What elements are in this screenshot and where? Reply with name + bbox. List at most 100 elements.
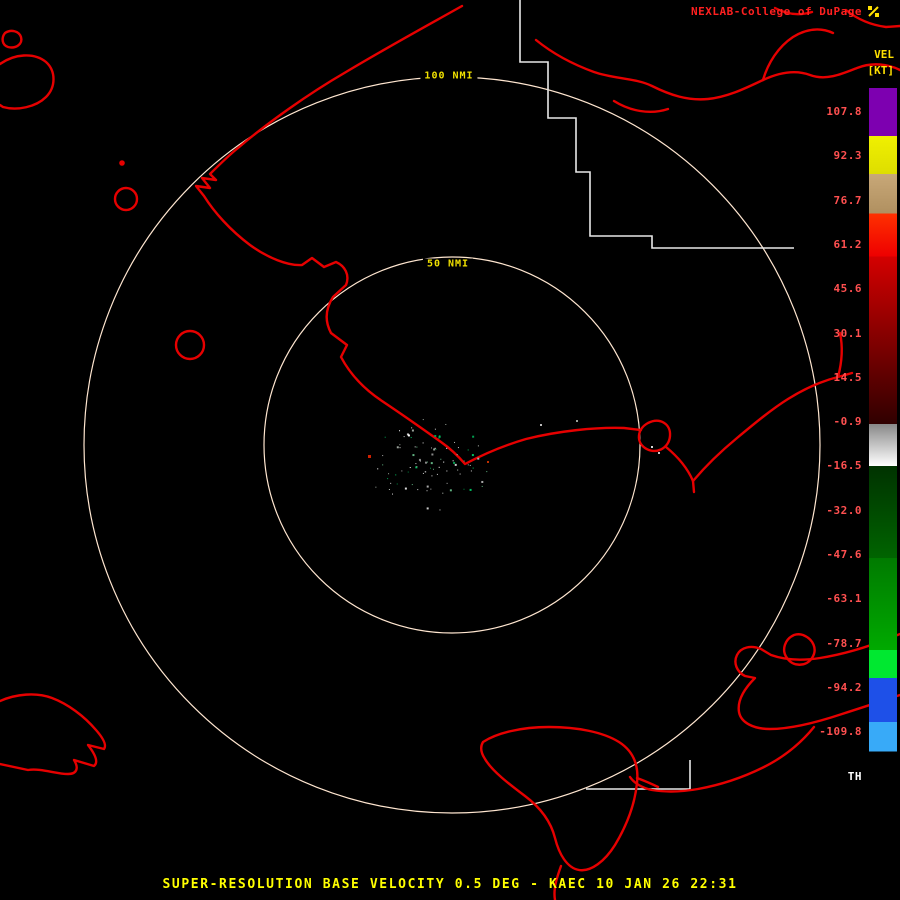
radar-echo-dot: [472, 435, 475, 438]
coastline-east-inlet: [664, 445, 696, 494]
caption: SUPER-RESOLUTION BASE VELOCITY 0.5 DEG -…: [162, 877, 738, 892]
radar-echo-dot: [470, 470, 472, 472]
radar-echo-dot: [431, 475, 433, 477]
radar-echo-dot: [439, 509, 441, 511]
colorbar-label: -78.7: [826, 636, 862, 650]
coastline-topleft-islet: [1, 29, 23, 49]
radar-echo-dot: [453, 461, 456, 464]
radar-echo-dot: [436, 473, 438, 475]
radar-echo-dot: [452, 460, 454, 462]
radar-echo-dot: [404, 487, 407, 490]
radar-echo-dot: [407, 434, 410, 437]
radar-echo-dot: [424, 461, 427, 464]
colorbar-label: -94.2: [826, 680, 862, 694]
coastline-lines: [0, 4, 900, 900]
radar-echo-dot: [469, 488, 472, 491]
radar-echo-dot: [430, 462, 433, 465]
radar-echo-dot: [368, 455, 371, 458]
radar-echo-dot: [430, 488, 432, 490]
radar-echo-dot: [446, 470, 448, 472]
radar-echo-dot: [401, 470, 403, 472]
radar-echo-dot: [416, 446, 418, 448]
colorbar-label: 61.2: [833, 237, 862, 251]
radar-echo-dot: [414, 446, 416, 448]
coastline-bottomright-lower: [628, 725, 816, 793]
radar-echo-dot: [469, 464, 471, 466]
colorbar-label: -16.5: [826, 459, 862, 473]
radar-echo-dot: [456, 454, 458, 456]
colorbar-title: VEL: [874, 48, 894, 61]
colorbar-label: 14.5: [833, 370, 862, 384]
radar-echo-dot: [422, 442, 424, 444]
coastline-main: [194, 4, 643, 466]
radar-echo-dot: [463, 460, 465, 462]
colorbar-label: 45.6: [833, 282, 862, 296]
radar-echo-dot: [415, 463, 417, 465]
radar-echo-dot: [377, 468, 379, 470]
radar-echo-dot: [454, 441, 456, 443]
radar-echo-dot: [443, 461, 445, 463]
radar-echo-dot: [392, 493, 394, 495]
radar-echo-dot: [426, 485, 429, 488]
colorbar-label: 30.1: [833, 326, 862, 340]
header-title-bar: NEXLAB-College of DuPage: [691, 5, 880, 18]
coastline-topleft-blob: [0, 54, 55, 110]
radar-echo-dot: [540, 424, 542, 426]
colorbar-labels: 107.8 92.3 76.7 61.2 45.6 30.1 14.5 -0.9 -16.5 -3…: [790, 88, 862, 788]
radar-echo-dot: [384, 436, 386, 438]
colorbar-unit: [KT]: [867, 64, 895, 77]
radar-echo-dot: [382, 464, 384, 466]
state-boundary-lines: [519, 0, 794, 790]
radar-echo-dot: [409, 467, 411, 469]
inner-ring-label: 50 NMI: [422, 258, 474, 270]
radar-echo-dot: [459, 473, 461, 475]
radar-echo-dot: [399, 447, 401, 449]
coastline-left-dot: [119, 160, 125, 166]
colorbar-label: -32.0: [826, 503, 862, 517]
radar-echo-dot: [471, 454, 474, 457]
radar-echo-dot: [422, 419, 424, 421]
radar-echo-dot: [426, 507, 429, 510]
radar-echo-dot: [486, 471, 488, 473]
radar-echo-dot: [416, 466, 418, 468]
radar-echo-dot: [477, 445, 479, 447]
radar-echo-dot: [431, 447, 433, 449]
range-ring-100nmi: [83, 76, 821, 814]
radar-echo-dot: [481, 485, 483, 487]
radar-echo-dot: [658, 452, 660, 454]
radar-echo-dot: [445, 423, 447, 425]
radar-echo-dot: [412, 454, 415, 457]
coastline-left-lake-large: [174, 329, 206, 361]
radar-echo-dot: [407, 471, 409, 473]
radar-echo-dot: [434, 434, 437, 437]
outer-ring-label: 100 NMI: [420, 70, 478, 82]
radar-echo-dot: [481, 480, 484, 483]
radar-echo-dot: [440, 458, 442, 460]
colorbar-gradient: [869, 88, 897, 775]
radar-echo-dot: [435, 448, 437, 450]
colorbar-label: -0.9: [833, 415, 862, 429]
colorbar-label: TH: [847, 769, 862, 783]
radar-echo-dot: [576, 420, 578, 422]
radar-echo-dot: [442, 492, 444, 494]
radar-echo-dot: [390, 482, 392, 484]
radar-echo-dot: [446, 447, 448, 449]
radar-echo-dot: [467, 449, 469, 451]
coastline-bay: [480, 725, 639, 872]
coastline-bottomleft-peninsula: [0, 693, 107, 776]
radar-echo-dot: [411, 427, 413, 429]
radar-echo-dot: [403, 436, 405, 438]
radar-echo-dot: [434, 428, 436, 430]
radar-echo-dot: [446, 482, 448, 484]
radar-echo-dot: [433, 448, 436, 451]
radar-echo-dot: [477, 457, 480, 460]
radar-echo-dot: [410, 437, 412, 439]
radar-echo-dot: [438, 435, 441, 438]
radar-echo-dot: [449, 489, 452, 492]
radar-echo-dot: [396, 483, 398, 485]
radar-echo-dot: [429, 467, 431, 469]
radar-echo-dot: [411, 484, 413, 486]
radar-echo-dot: [438, 437, 440, 439]
colorbar-label: -109.8: [819, 725, 862, 739]
colorbar-label: 76.7: [833, 193, 862, 207]
